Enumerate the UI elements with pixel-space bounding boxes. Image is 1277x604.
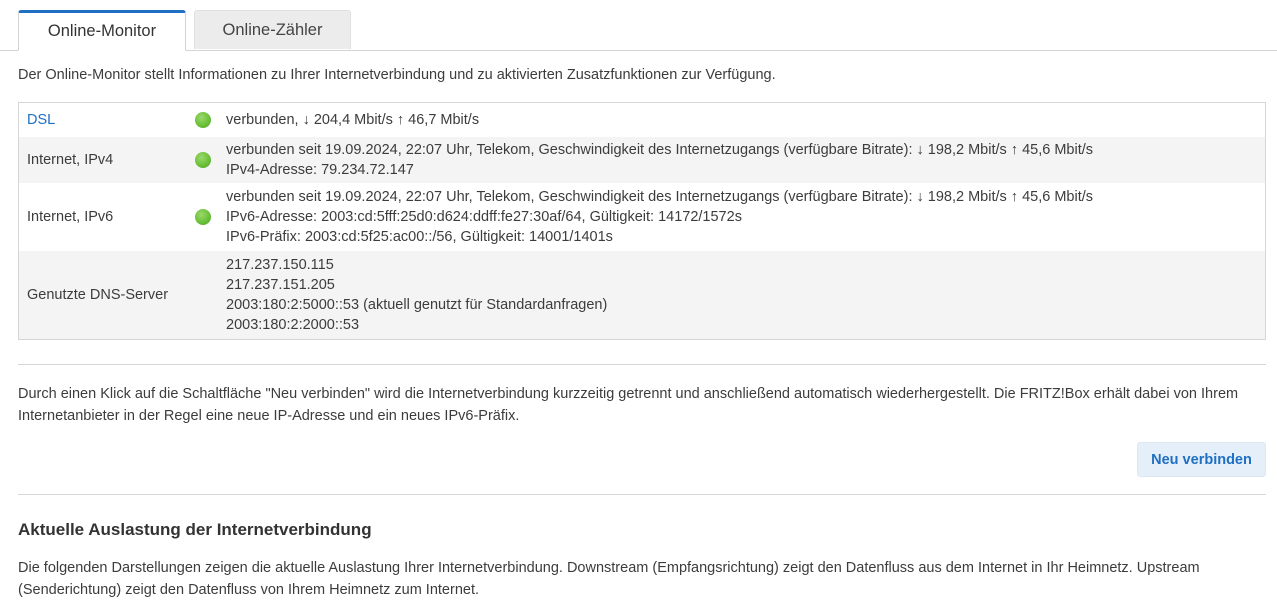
status-line: verbunden, ↓ 204,4 Mbit/s ↑ 46,7 Mbit/s bbox=[226, 112, 480, 128]
dns-server: 217.237.150.115 bbox=[226, 257, 334, 273]
tab-online-zaehler[interactable]: Online-Zähler bbox=[194, 10, 351, 49]
section-heading: Aktuelle Auslastung der Internetverbindu… bbox=[18, 520, 372, 539]
intro-text: Der Online-Monitor stellt Informationen … bbox=[18, 67, 776, 83]
reconnect-button[interactable]: Neu verbinden bbox=[1137, 442, 1266, 477]
status-label: Internet, IPv6 bbox=[27, 209, 114, 225]
divider bbox=[18, 364, 1266, 365]
dns-server: 2003:180:2:2000::53 bbox=[226, 317, 360, 333]
status-value: 217.237.150.115 217.237.151.205 2003:180… bbox=[226, 255, 607, 335]
status-ok-icon bbox=[195, 112, 211, 128]
status-row-ipv6: Internet, IPv6 verbunden seit 19.09.2024… bbox=[19, 183, 1265, 251]
status-line: IPv6-Präfix: 2003:cd:5f25:ac00::/56, Gül… bbox=[226, 229, 613, 245]
status-row-dns: Genutzte DNS-Server 217.237.150.115 217.… bbox=[19, 251, 1265, 339]
status-ok-icon bbox=[195, 209, 211, 225]
status-value: verbunden seit 19.09.2024, 22:07 Uhr, Te… bbox=[226, 140, 1093, 180]
dsl-link[interactable]: DSL bbox=[19, 112, 187, 128]
divider bbox=[18, 494, 1266, 495]
status-label: Genutzte DNS-Server bbox=[27, 287, 169, 303]
reconnect-text: Durch einen Klick auf die Schaltfläche "… bbox=[18, 386, 1239, 424]
status-table: DSL verbunden, ↓ 204,4 Mbit/s ↑ 46,7 Mbi… bbox=[18, 102, 1266, 340]
status-line: verbunden seit 19.09.2024, 22:07 Uhr, Te… bbox=[226, 189, 1093, 205]
status-label: Internet, IPv4 bbox=[27, 152, 114, 168]
status-value: verbunden, ↓ 204,4 Mbit/s ↑ 46,7 Mbit/s bbox=[226, 110, 479, 130]
status-value: verbunden seit 19.09.2024, 22:07 Uhr, Te… bbox=[226, 187, 1093, 247]
status-row-ipv4: Internet, IPv4 verbunden seit 19.09.2024… bbox=[19, 137, 1265, 183]
status-row-dsl: DSL verbunden, ↓ 204,4 Mbit/s ↑ 46,7 Mbi… bbox=[19, 103, 1265, 137]
status-line: IPv6-Adresse: 2003:cd:5fff:25d0:d624:ddf… bbox=[226, 209, 742, 225]
dns-server: 2003:180:2:5000::53 (aktuell genutzt für… bbox=[226, 297, 608, 313]
status-line: verbunden seit 19.09.2024, 22:07 Uhr, Te… bbox=[226, 142, 1093, 158]
load-section-text: Die folgenden Darstellungen zeigen die a… bbox=[18, 560, 1200, 598]
status-line: IPv4-Adresse: 79.234.72.147 bbox=[226, 162, 414, 178]
dns-server: 217.237.151.205 bbox=[226, 277, 335, 293]
tab-bar: Online-Monitor Online-Zähler bbox=[0, 0, 1277, 51]
tab-online-monitor[interactable]: Online-Monitor bbox=[18, 10, 186, 51]
status-ok-icon bbox=[195, 152, 211, 168]
